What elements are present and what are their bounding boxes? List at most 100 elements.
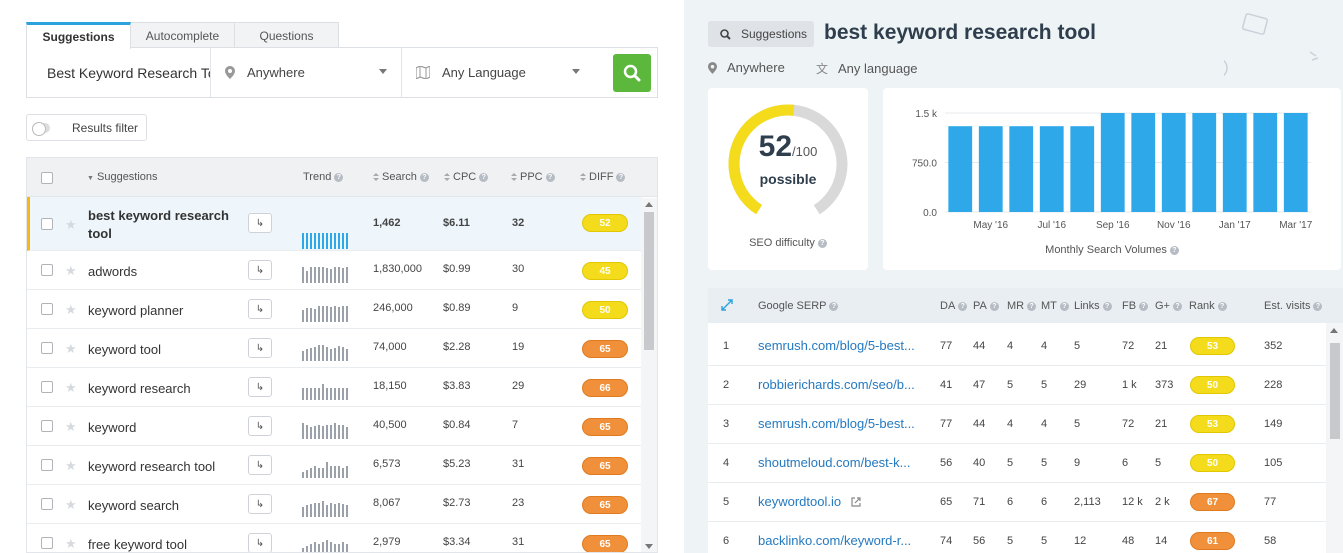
volume-bar[interactable] xyxy=(1192,113,1217,212)
tab-autocomplete[interactable]: Autocomplete xyxy=(130,22,235,48)
col-search[interactable]: Search? xyxy=(373,171,429,183)
star-icon[interactable]: ★ xyxy=(65,302,77,318)
open-keyword-button[interactable]: ↳ xyxy=(248,494,272,514)
tab-questions[interactable]: Questions xyxy=(234,22,339,48)
star-icon[interactable]: ★ xyxy=(65,217,77,233)
table-row[interactable]: ★ keyword search ↳ 8,067 $2.73 23 65 xyxy=(27,485,642,524)
help-icon[interactable]: ? xyxy=(1217,302,1227,311)
result-link[interactable]: backlinko.com/keyword-r... xyxy=(758,533,923,548)
filter-toggle[interactable] xyxy=(32,121,50,136)
table-row[interactable]: ★ best keyword research tool ↳ 1,462 $6.… xyxy=(27,197,642,251)
star-icon[interactable]: ★ xyxy=(65,497,77,513)
table-row[interactable]: ★ free keyword tool ↳ 2,979 $3.34 31 65 xyxy=(27,524,642,552)
help-icon[interactable]: ? xyxy=(419,173,429,182)
volume-bar[interactable] xyxy=(1009,126,1034,212)
help-icon[interactable]: ? xyxy=(479,173,489,182)
volume-bar[interactable] xyxy=(1131,113,1156,212)
open-keyword-button[interactable]: ↳ xyxy=(248,377,272,397)
help-icon[interactable]: ? xyxy=(545,173,555,182)
open-keyword-button[interactable]: ↳ xyxy=(248,260,272,280)
col-gplus[interactable]: G+? xyxy=(1155,300,1182,312)
col-ppc[interactable]: PPC? xyxy=(511,171,555,183)
expand-icon[interactable] xyxy=(721,299,733,311)
open-keyword-button[interactable]: ↳ xyxy=(248,338,272,358)
col-trend[interactable]: Trend? xyxy=(303,171,344,183)
location-select[interactable]: Anywhere xyxy=(211,48,402,97)
col-pa[interactable]: PA? xyxy=(973,300,999,312)
search-button[interactable] xyxy=(613,54,651,92)
row-checkbox[interactable] xyxy=(41,218,53,230)
star-icon[interactable]: ★ xyxy=(65,341,77,357)
volume-bar[interactable] xyxy=(1039,126,1064,212)
row-checkbox[interactable] xyxy=(41,381,53,393)
row-checkbox[interactable] xyxy=(41,537,53,549)
col-est-visits[interactable]: Est. visits? xyxy=(1264,300,1323,312)
col-mt[interactable]: MT? xyxy=(1041,300,1069,312)
star-icon[interactable]: ★ xyxy=(65,458,77,474)
open-keyword-button[interactable]: ↳ xyxy=(248,213,272,233)
help-icon[interactable]: ? xyxy=(1169,246,1179,255)
volume-bar[interactable] xyxy=(948,126,973,212)
open-keyword-button[interactable]: ↳ xyxy=(248,533,272,552)
language-select[interactable]: Any Language xyxy=(402,48,594,97)
help-icon[interactable]: ? xyxy=(1102,302,1112,311)
help-icon[interactable]: ? xyxy=(817,239,827,248)
help-icon[interactable]: ? xyxy=(1172,302,1182,311)
volume-bar[interactable] xyxy=(1283,113,1308,212)
scrollbar-thumb[interactable] xyxy=(644,212,654,350)
keyword-input[interactable] xyxy=(27,48,211,97)
help-icon[interactable]: ? xyxy=(989,302,999,311)
col-fb[interactable]: FB? xyxy=(1122,300,1149,312)
help-icon[interactable]: ? xyxy=(829,302,839,311)
table-row[interactable]: ★ keyword planner ↳ 246,000 $0.89 9 50 xyxy=(27,290,642,329)
col-rank[interactable]: Rank? xyxy=(1189,300,1227,312)
result-link[interactable]: shoutmeloud.com/best-k... xyxy=(758,455,923,470)
help-icon[interactable]: ? xyxy=(1059,302,1069,311)
col-da[interactable]: DA? xyxy=(940,300,968,312)
select-all-checkbox[interactable] xyxy=(41,172,53,184)
volume-bar[interactable] xyxy=(1070,126,1095,212)
table-row[interactable]: ★ adwords ↳ 1,830,000 $0.99 30 45 xyxy=(27,251,642,290)
open-keyword-button[interactable]: ↳ xyxy=(248,299,272,319)
scroll-up-icon[interactable] xyxy=(1330,328,1338,333)
serp-scrollbar[interactable] xyxy=(1326,323,1343,553)
external-link-icon[interactable] xyxy=(851,497,861,507)
open-keyword-button[interactable]: ↳ xyxy=(248,455,272,475)
result-link[interactable]: semrush.com/blog/5-best... xyxy=(758,338,923,353)
help-icon[interactable]: ? xyxy=(616,173,626,182)
help-icon[interactable]: ? xyxy=(958,302,968,311)
table-row[interactable]: ★ keyword research ↳ 18,150 $3.83 29 66 xyxy=(27,368,642,407)
volume-bar[interactable] xyxy=(1222,113,1247,212)
col-suggestions[interactable]: ▼ Suggestions xyxy=(87,171,158,183)
result-link[interactable]: robbierichards.com/seo/b... xyxy=(758,377,923,392)
col-links[interactable]: Links? xyxy=(1074,300,1112,312)
col-cpc[interactable]: CPC? xyxy=(444,171,489,183)
row-checkbox[interactable] xyxy=(41,303,53,315)
row-checkbox[interactable] xyxy=(41,264,53,276)
row-checkbox[interactable] xyxy=(41,342,53,354)
star-icon[interactable]: ★ xyxy=(65,536,77,552)
volume-bar[interactable] xyxy=(978,126,1003,212)
suggestions-pill[interactable]: Suggestions xyxy=(708,21,814,47)
star-icon[interactable]: ★ xyxy=(65,380,77,396)
col-google-serp[interactable]: Google SERP? xyxy=(758,300,839,312)
row-checkbox[interactable] xyxy=(41,420,53,432)
table-row[interactable]: ★ keyword research tool ↳ 6,573 $5.23 31… xyxy=(27,446,642,485)
help-icon[interactable]: ? xyxy=(334,173,344,182)
help-icon[interactable]: ? xyxy=(1027,302,1037,311)
scroll-up-icon[interactable] xyxy=(645,202,653,207)
volume-bar[interactable] xyxy=(1161,113,1186,212)
open-keyword-button[interactable]: ↳ xyxy=(248,416,272,436)
row-checkbox[interactable] xyxy=(41,498,53,510)
help-icon[interactable]: ? xyxy=(1139,302,1149,311)
star-icon[interactable]: ★ xyxy=(65,263,77,279)
volume-bar[interactable] xyxy=(1253,113,1278,212)
result-link[interactable]: keywordtool.io xyxy=(758,494,841,509)
col-diff[interactable]: DIFF? xyxy=(580,171,626,183)
table-row[interactable]: ★ keyword tool ↳ 74,000 $2.28 19 65 xyxy=(27,329,642,368)
tab-suggestions[interactable]: Suggestions xyxy=(26,22,131,49)
table-row[interactable]: ★ keyword ↳ 40,500 $0.84 7 65 xyxy=(27,407,642,446)
scrollbar-thumb[interactable] xyxy=(1330,343,1340,439)
help-icon[interactable]: ? xyxy=(1313,302,1323,311)
col-mr[interactable]: MR? xyxy=(1007,300,1037,312)
